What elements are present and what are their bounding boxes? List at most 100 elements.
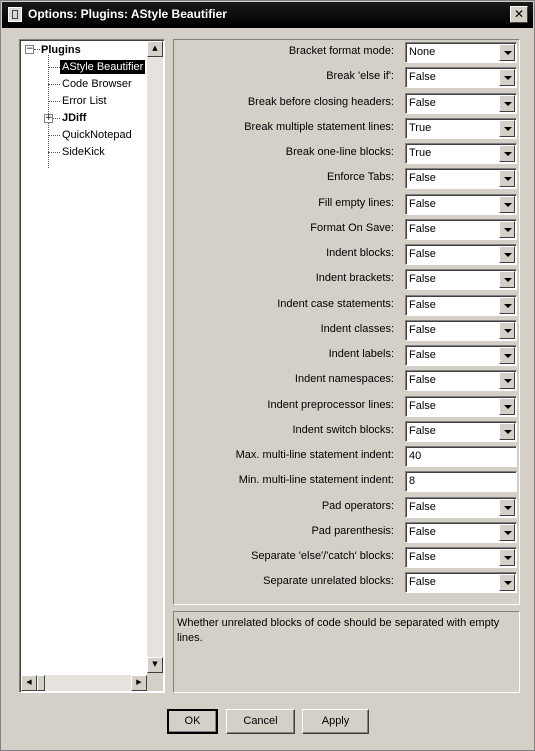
option-row: Indent brackets: False (174, 268, 519, 291)
option-row: Indent blocks: False (174, 243, 519, 265)
dropdown-arrow-icon[interactable] (499, 145, 515, 162)
option-combo-box[interactable]: False (405, 572, 517, 594)
option-label: Indent namespaces: (294, 373, 394, 386)
option-value: False (409, 298, 436, 311)
tree-item-code-browser[interactable]: Code Browser (62, 77, 132, 91)
option-row: Format On Save: False (174, 218, 519, 240)
option-text-field[interactable]: 8 (405, 471, 517, 493)
scroll-down-icon[interactable]: ▼ (147, 657, 163, 673)
scroll-thumb[interactable] (37, 675, 45, 691)
option-combo-box[interactable]: False (405, 244, 517, 265)
option-label: Max. multi-line statement indent: (235, 449, 394, 461)
ok-button[interactable]: OK (167, 709, 218, 734)
option-combo-box[interactable]: False (405, 496, 517, 518)
option-row: Indent switch blocks: False (174, 420, 519, 442)
plugin-tree: − Plugins AStyle Beautifier Code Browser… (19, 39, 165, 693)
scroll-left-icon[interactable]: ◀ (21, 675, 37, 691)
option-combo-box[interactable]: False (405, 319, 517, 341)
option-combo-box[interactable]: None (405, 42, 517, 63)
dropdown-arrow-icon[interactable] (499, 549, 515, 566)
vertical-scrollbar[interactable]: ▲ ▼ (147, 41, 163, 673)
option-label: Min. multi-line statement indent: (238, 474, 394, 487)
option-combo-box[interactable]: False (405, 420, 517, 442)
option-value: False (409, 96, 436, 109)
option-value: 8 (409, 475, 416, 488)
dropdown-arrow-icon[interactable] (499, 574, 515, 592)
dropdown-arrow-icon[interactable] (499, 220, 515, 238)
tree-item-astyle-beautifier[interactable]: AStyle Beautifier (60, 60, 146, 74)
option-label: Enforce Tabs: (326, 171, 394, 184)
option-row: Break before closing headers: False (174, 92, 519, 114)
option-row: Indent namespaces: False (174, 369, 519, 392)
dropdown-arrow-icon[interactable] (499, 246, 515, 263)
option-label: Indent blocks: (326, 247, 394, 259)
tree-item-error-list[interactable]: Error List (62, 94, 107, 108)
option-row: Separate unrelated blocks: False (174, 571, 519, 594)
option-combo-box[interactable]: True (405, 117, 517, 139)
option-combo-box[interactable]: False (405, 370, 517, 392)
option-label: Indent switch blocks: (292, 423, 395, 436)
option-row: Indent labels: False (174, 344, 519, 366)
option-row: Bracket format mode: None (174, 41, 519, 63)
dropdown-arrow-icon[interactable] (499, 44, 515, 61)
horizontal-scrollbar[interactable]: ◀ ▶ (21, 675, 147, 691)
tree-line (48, 84, 60, 85)
option-value: None (409, 46, 436, 58)
option-combo-box[interactable]: False (405, 395, 517, 417)
scroll-up-icon[interactable]: ▲ (147, 41, 163, 57)
title-bar[interactable]: Options: Plugins: AStyle Beautifier ✕ (2, 2, 533, 28)
option-value: False (409, 374, 436, 387)
option-value: False (409, 323, 436, 336)
option-value: False (409, 551, 436, 563)
collapse-icon[interactable]: − (25, 45, 34, 54)
dropdown-arrow-icon[interactable] (499, 347, 515, 364)
dropdown-arrow-icon[interactable] (499, 321, 515, 339)
dropdown-arrow-icon[interactable] (499, 119, 515, 137)
option-combo-box[interactable]: False (405, 269, 517, 291)
dropdown-arrow-icon[interactable] (499, 523, 515, 541)
tree-item-sidekick[interactable]: SideKick (62, 145, 105, 159)
dropdown-arrow-icon[interactable] (499, 372, 515, 390)
option-combo-box[interactable]: False (405, 67, 517, 89)
option-value: False (409, 424, 436, 437)
option-combo-box[interactable]: False (405, 218, 517, 240)
dropdown-arrow-icon[interactable] (499, 296, 515, 314)
option-label: Break one-line blocks: (285, 146, 394, 158)
tree-line (48, 135, 60, 136)
tree-item-jdiff[interactable]: JDiff (62, 111, 86, 125)
cancel-button[interactable]: Cancel (226, 709, 295, 734)
dropdown-arrow-icon[interactable] (499, 397, 515, 415)
expand-icon[interactable]: + (44, 114, 53, 123)
option-combo-box[interactable]: False (405, 294, 517, 316)
option-text-field[interactable]: 40 (405, 446, 517, 467)
tree-item-quicknotepad[interactable]: QuickNotepad (62, 128, 132, 142)
close-button[interactable]: ✕ (510, 6, 528, 23)
apply-button[interactable]: Apply (302, 709, 369, 734)
option-combo-box[interactable]: False (405, 345, 517, 366)
dropdown-arrow-icon[interactable] (499, 94, 515, 112)
option-label: Indent classes: (320, 322, 394, 335)
dropdown-arrow-icon[interactable] (499, 422, 515, 440)
dropdown-arrow-icon[interactable] (499, 170, 515, 188)
option-label: Indent brackets: (315, 272, 394, 285)
option-combo-box[interactable]: False (405, 547, 517, 568)
dropdown-arrow-icon[interactable] (499, 498, 515, 516)
option-row: Break one-line blocks: True (174, 142, 519, 164)
option-combo-box[interactable]: False (405, 521, 517, 543)
option-combo-box[interactable]: True (405, 143, 517, 164)
dropdown-arrow-icon[interactable] (499, 271, 515, 289)
option-combo-box[interactable]: False (405, 193, 517, 215)
dropdown-arrow-icon[interactable] (499, 69, 515, 87)
option-combo-box[interactable]: False (405, 92, 517, 114)
tree-root-plugins[interactable]: Plugins (41, 43, 81, 57)
option-row: Enforce Tabs: False (174, 167, 519, 190)
scroll-right-icon[interactable]: ▶ (131, 675, 147, 691)
option-combo-box[interactable]: False (405, 168, 517, 190)
options-panel: Bracket format mode: None Break 'else if':… (173, 39, 520, 605)
option-label: Indent case statements: (277, 297, 394, 310)
option-row: Separate 'else'/'catch' blocks: False (174, 546, 519, 568)
option-value: False (409, 399, 436, 412)
tree-line (34, 49, 40, 50)
tree-line (48, 101, 60, 102)
dropdown-arrow-icon[interactable] (499, 195, 515, 213)
